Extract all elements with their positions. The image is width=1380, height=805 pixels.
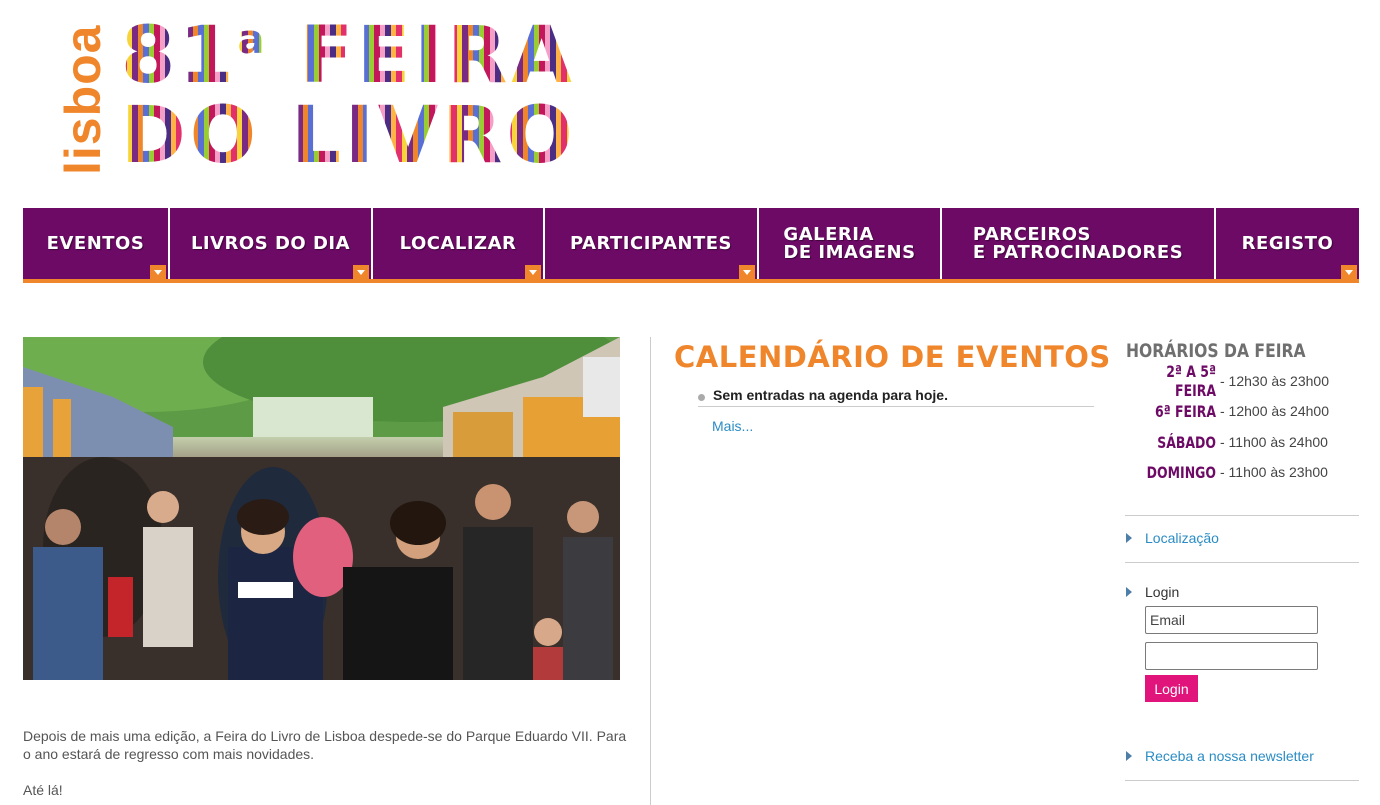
logo-edition-ordinal: a bbox=[237, 17, 269, 63]
hours-row: 6ª FEIRA - 12h00 às 24h00 bbox=[1126, 400, 1346, 422]
main-nav: EVENTOS LIVROS DO DIA LOCALIZAR PARTICIP… bbox=[23, 208, 1359, 283]
nav-item-label: PARTICIPANTES bbox=[570, 232, 732, 254]
intro-paragraph: Até lá! bbox=[23, 782, 63, 798]
column-divider bbox=[650, 337, 651, 805]
nav-item-registo[interactable]: REGISTO bbox=[1216, 208, 1359, 279]
location-link-label: Localização bbox=[1145, 530, 1219, 546]
hours-day: 2ª A 5ª FEIRA bbox=[1166, 362, 1216, 400]
sidebar-divider bbox=[1125, 780, 1359, 781]
logo-edition-number: 81 bbox=[121, 11, 238, 101]
hours-time: - 11h00 às 23h00 bbox=[1220, 464, 1328, 480]
login-label-text: Login bbox=[1145, 584, 1180, 600]
dropdown-arrow-icon[interactable] bbox=[739, 265, 755, 279]
intro-paragraph: Depois de mais uma edição, a Feira do Li… bbox=[23, 728, 627, 762]
calendar-item: Sem entradas na agenda para hoje. bbox=[698, 387, 1094, 407]
calendar-title: CALENDÁRIO DE EVENTOS bbox=[674, 340, 1111, 374]
dropdown-arrow-icon[interactable] bbox=[525, 265, 541, 279]
email-field[interactable] bbox=[1145, 606, 1318, 634]
nav-item-eventos[interactable]: EVENTOS bbox=[23, 208, 170, 279]
arrow-right-icon bbox=[1126, 533, 1132, 543]
sidebar-divider bbox=[1125, 515, 1359, 516]
arrow-right-icon bbox=[1126, 751, 1132, 761]
nav-item-participantes[interactable]: PARTICIPANTES bbox=[545, 208, 759, 279]
nav-item-livros-do-dia[interactable]: LIVROS DO DIA bbox=[170, 208, 373, 279]
logo-feira-text: FEIRA bbox=[299, 11, 576, 101]
nav-item-label: GALERIA DE IMAGENS bbox=[783, 223, 916, 263]
password-field[interactable] bbox=[1145, 642, 1318, 670]
intro-text: Depois de mais uma edição, a Feira do Li… bbox=[23, 727, 633, 805]
hours-title: HORÁRIOS DA FEIRA bbox=[1126, 340, 1306, 362]
nav-item-label: EVENTOS bbox=[46, 232, 145, 254]
hours-row: 2ª A 5ª FEIRA - 12h30 às 23h00 bbox=[1126, 362, 1346, 400]
calendar-more-link[interactable]: Mais... bbox=[712, 418, 753, 434]
hours-day: DOMINGO bbox=[1146, 462, 1216, 482]
book-fair-crowd-photo bbox=[23, 337, 620, 680]
hours-time: - 12h30 às 23h00 bbox=[1220, 373, 1329, 389]
nav-item-label: REGISTO bbox=[1241, 232, 1334, 254]
dropdown-arrow-icon[interactable] bbox=[1341, 265, 1357, 279]
nav-item-parceiros[interactable]: PARCEIROS E PATROCINADORES bbox=[942, 208, 1216, 279]
dropdown-arrow-icon[interactable] bbox=[353, 265, 369, 279]
hours-row: SÁBADO - 11h00 às 24h00 bbox=[1126, 431, 1346, 453]
newsletter-link[interactable]: Receba a nossa newsletter bbox=[1126, 748, 1314, 764]
dropdown-arrow-icon[interactable] bbox=[150, 265, 166, 279]
logo-line-2: DO LIVRO bbox=[121, 91, 577, 181]
nav-item-label: LIVROS DO DIA bbox=[190, 232, 351, 254]
nav-item-galeria-de-imagens[interactable]: GALERIA DE IMAGENS bbox=[759, 208, 942, 279]
hours-day: 6ª FEIRA bbox=[1154, 401, 1216, 421]
hours-row: DOMINGO - 11h00 às 23h00 bbox=[1126, 461, 1346, 483]
nav-item-label: PARCEIROS E PATROCINADORES bbox=[972, 223, 1184, 263]
site-logo[interactable]: lisboa 81a FEIRA DO LIVRO bbox=[55, 18, 573, 178]
nav-item-localizar[interactable]: LOCALIZAR bbox=[373, 208, 545, 279]
hours-time: - 12h00 às 24h00 bbox=[1220, 403, 1329, 419]
crowd-photo-illustration bbox=[23, 337, 620, 680]
location-link[interactable]: Localização bbox=[1126, 530, 1219, 546]
logo-line-1: 81a FEIRA bbox=[121, 20, 576, 92]
sidebar-divider bbox=[1125, 562, 1359, 563]
newsletter-link-label: Receba a nossa newsletter bbox=[1145, 748, 1314, 764]
logo-city-text: lisboa bbox=[55, 24, 111, 176]
nav-item-label: LOCALIZAR bbox=[399, 232, 517, 254]
calendar-list: Sem entradas na agenda para hoje. bbox=[698, 387, 1094, 407]
hours-time: - 11h00 às 24h00 bbox=[1220, 434, 1328, 450]
login-button[interactable]: Login bbox=[1145, 675, 1198, 702]
arrow-right-icon bbox=[1126, 587, 1132, 597]
hours-day: SÁBADO bbox=[1157, 432, 1216, 452]
login-section-label: Login bbox=[1126, 584, 1179, 600]
